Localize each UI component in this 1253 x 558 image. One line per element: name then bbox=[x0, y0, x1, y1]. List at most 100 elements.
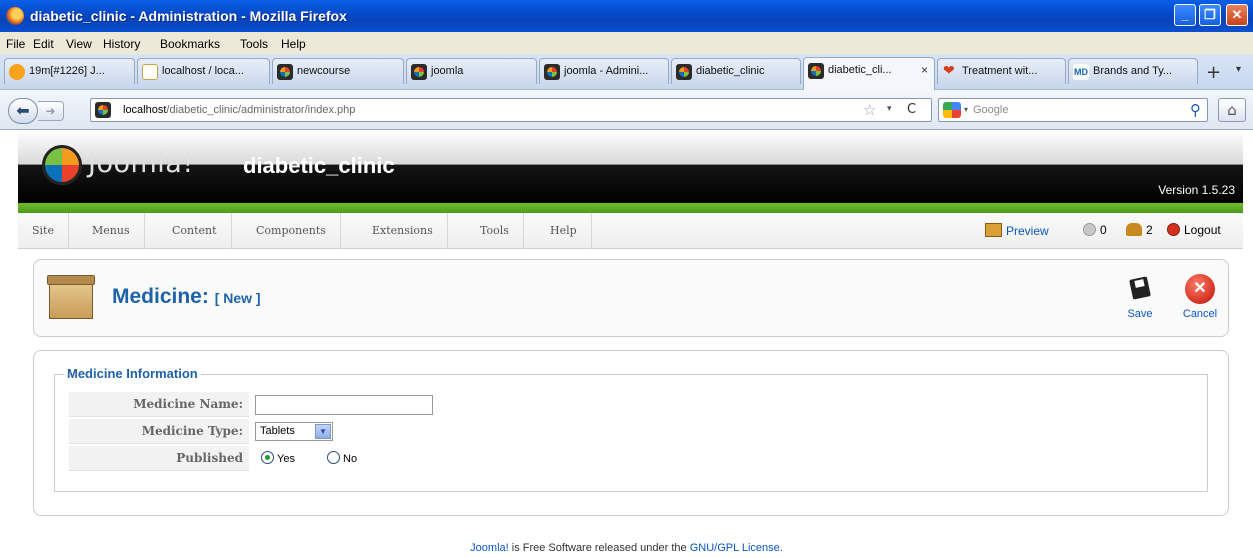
joomla-logo-text: Joomla! bbox=[88, 148, 194, 179]
new-tab-plus-icon[interactable]: + bbox=[1206, 62, 1221, 83]
save-disk-icon bbox=[1125, 274, 1155, 304]
forward-arrow-icon[interactable]: ➜ bbox=[38, 101, 64, 121]
joomla-logo-icon bbox=[42, 145, 82, 185]
tab-label: 19m[#1226] J... bbox=[29, 65, 105, 77]
maximize-button[interactable]: ❐ bbox=[1199, 4, 1221, 26]
list-tabs-chevron-icon[interactable]: ▾ bbox=[1236, 64, 1241, 75]
radio-no[interactable] bbox=[327, 451, 340, 464]
window-title: diabetic_clinic - Administration - Mozil… bbox=[30, 8, 347, 24]
admin-menu-help[interactable]: Help bbox=[536, 213, 592, 249]
browser-tab[interactable]: Treatment wit... bbox=[937, 58, 1066, 84]
url-history-dropdown-icon[interactable]: ▾ bbox=[887, 104, 892, 114]
admin-menu: Site Menus Content Components Extensions… bbox=[18, 213, 1243, 249]
license-link[interactable]: GNU/GPL License bbox=[690, 542, 780, 554]
reload-icon[interactable]: C bbox=[907, 102, 916, 117]
admin-menu-components[interactable]: Components bbox=[242, 213, 341, 249]
menu-file[interactable]: File bbox=[6, 37, 25, 51]
search-bar[interactable]: ▾ Google ⚲ bbox=[938, 98, 1208, 122]
messages-indicator[interactable]: 0 bbox=[1083, 223, 1107, 237]
preview-link[interactable]: Preview bbox=[985, 223, 1049, 238]
navigation-toolbar: ➜ ⬅ localhost/diabetic_clinic/administra… bbox=[0, 90, 1253, 130]
users-count: 2 bbox=[1146, 223, 1153, 237]
menu-view[interactable]: View bbox=[66, 37, 92, 51]
admin-menu-content[interactable]: Content bbox=[158, 213, 232, 249]
tab-label: diabetic_clinic bbox=[696, 65, 765, 77]
url-bar[interactable]: localhost/diabetic_clinic/administrator/… bbox=[90, 98, 932, 122]
menu-tools[interactable]: Tools bbox=[240, 37, 268, 51]
menu-help[interactable]: Help bbox=[281, 37, 306, 51]
fieldset-legend: Medicine Information bbox=[64, 366, 201, 381]
admin-menu-extensions[interactable]: Extensions bbox=[358, 213, 448, 249]
browser-tab[interactable]: MD Brands and Ty... bbox=[1068, 58, 1198, 84]
search-magnifier-icon[interactable]: ⚲ bbox=[1190, 101, 1201, 119]
menu-bookmarks[interactable]: Bookmarks bbox=[160, 37, 220, 51]
medicine-name-input[interactable] bbox=[255, 395, 433, 415]
joomla-icon bbox=[544, 64, 560, 80]
tab-label: Treatment wit... bbox=[962, 65, 1038, 77]
back-arrow-icon[interactable]: ⬅ bbox=[8, 98, 38, 124]
browser-tab[interactable]: localhost / loca... bbox=[137, 58, 270, 84]
menubar: File Edit View History Bookmarks Tools H… bbox=[0, 32, 1253, 54]
browser-tab[interactable]: newcourse bbox=[272, 58, 404, 84]
tab-label: localhost / loca... bbox=[162, 65, 244, 77]
published-no-option[interactable]: No bbox=[327, 451, 357, 465]
medicine-type-label: Medicine Type: bbox=[69, 419, 249, 444]
preview-icon bbox=[985, 223, 1002, 237]
search-input-placeholder[interactable]: Google bbox=[973, 104, 1008, 116]
admin-menu-tools[interactable]: Tools bbox=[466, 213, 524, 249]
home-icon[interactable]: ⌂ bbox=[1218, 98, 1246, 122]
google-icon[interactable] bbox=[943, 102, 961, 118]
logout-icon bbox=[1167, 223, 1180, 236]
medicine-name-label: Medicine Name: bbox=[69, 392, 249, 417]
browser-tab-active[interactable]: diabetic_cli... × bbox=[803, 57, 935, 90]
published-yes-option[interactable]: Yes bbox=[261, 451, 295, 465]
users-online-indicator[interactable]: 2 bbox=[1126, 223, 1153, 237]
admin-menu-site[interactable]: Site bbox=[18, 213, 69, 249]
chevron-down-icon[interactable]: ▼ bbox=[315, 424, 331, 439]
browser-tab[interactable]: joomla bbox=[406, 58, 537, 84]
window-titlebar: diabetic_clinic - Administration - Mozil… bbox=[0, 0, 1253, 32]
toolbar-box: Medicine: [ New ] Save ✕ Cancel bbox=[33, 259, 1229, 337]
search-engine-dropdown-icon[interactable]: ▾ bbox=[964, 105, 968, 114]
browser-tab[interactable]: joomla - Admini... bbox=[539, 58, 669, 84]
menu-edit[interactable]: Edit bbox=[33, 37, 54, 51]
medicine-type-select[interactable]: Tablets ▼ bbox=[255, 422, 333, 441]
page-title: Medicine: [ New ] bbox=[112, 285, 261, 308]
url-path: /diabetic_clinic/administrator/index.php bbox=[166, 104, 356, 116]
tab-close-icon[interactable]: × bbox=[921, 63, 928, 77]
page-subtitle: [ New ] bbox=[214, 290, 261, 306]
tab-label: newcourse bbox=[297, 65, 351, 77]
cancel-x-icon: ✕ bbox=[1185, 274, 1215, 304]
phpmyadmin-icon bbox=[142, 64, 158, 80]
radio-yes[interactable] bbox=[261, 451, 274, 464]
published-label: Published bbox=[69, 446, 249, 471]
bookmark-star-icon[interactable]: ☆ bbox=[863, 101, 876, 119]
menu-history[interactable]: History bbox=[103, 37, 140, 51]
browser-tab[interactable]: 19m[#1226] J... bbox=[4, 58, 135, 84]
close-window-button[interactable]: ✕ bbox=[1226, 4, 1248, 26]
clock-icon bbox=[9, 64, 25, 80]
medicine-type-value: Tablets bbox=[260, 425, 295, 437]
url-host: localhost bbox=[123, 104, 167, 116]
version-label: Version 1.5.23 bbox=[1158, 183, 1235, 197]
package-box-icon bbox=[47, 275, 95, 319]
logout-link[interactable]: Logout bbox=[1167, 223, 1221, 237]
admin-menu-menus[interactable]: Menus bbox=[78, 213, 145, 249]
form-row: Published Yes No bbox=[69, 446, 1069, 471]
back-forward-group: ➜ ⬅ bbox=[8, 98, 82, 124]
browser-tab[interactable]: diabetic_clinic bbox=[671, 58, 801, 84]
tab-label: joomla bbox=[431, 65, 464, 77]
footer-text: is Free Software released under the bbox=[508, 542, 690, 554]
form-row: Medicine Name: bbox=[69, 392, 1069, 417]
minimize-button[interactable]: _ bbox=[1174, 4, 1196, 26]
form-row: Medicine Type: Tablets ▼ bbox=[69, 419, 1069, 444]
messages-icon bbox=[1083, 223, 1096, 236]
joomla-link[interactable]: Joomla! bbox=[470, 542, 509, 554]
save-button[interactable]: Save bbox=[1117, 274, 1163, 320]
cancel-button[interactable]: ✕ Cancel bbox=[1177, 274, 1223, 320]
header-divider bbox=[18, 203, 1243, 213]
site-name: diabetic_clinic bbox=[243, 153, 395, 178]
messages-count: 0 bbox=[1100, 223, 1107, 237]
form-container: Medicine Information Medicine Name: Medi… bbox=[33, 350, 1229, 516]
users-icon bbox=[1126, 223, 1142, 236]
